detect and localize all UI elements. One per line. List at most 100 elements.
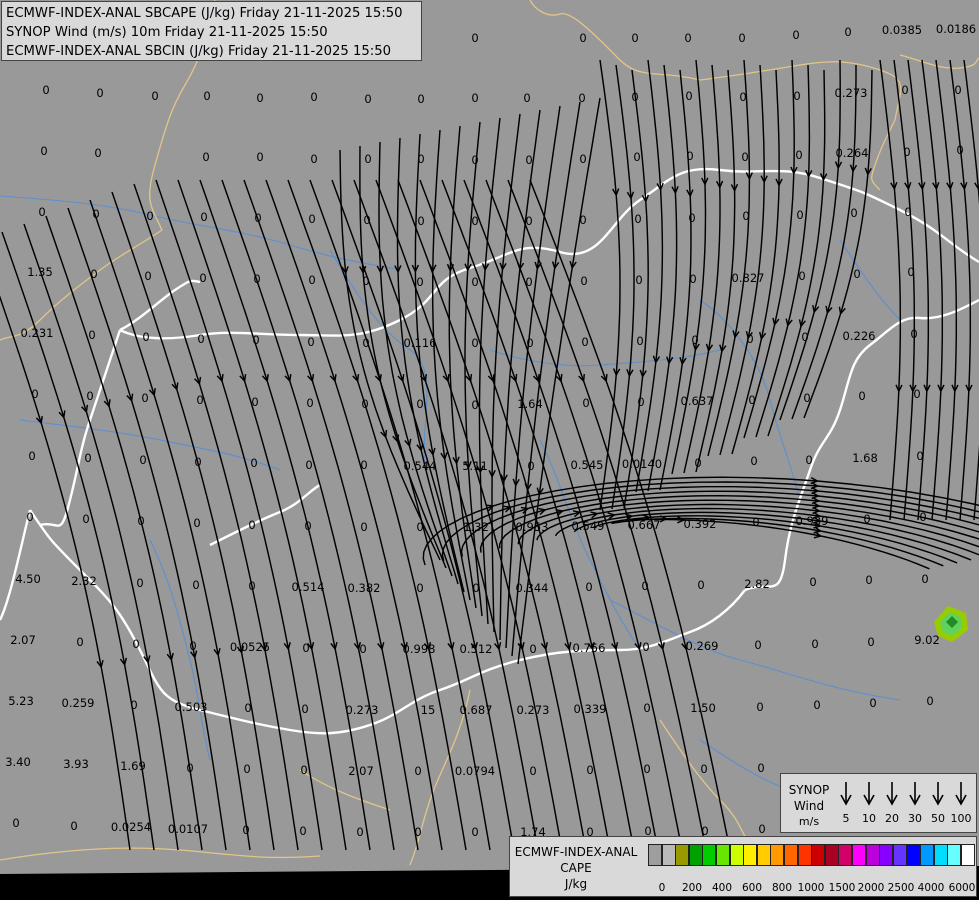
cape-color-swatch — [716, 844, 730, 866]
sbcape-value-label: 0 — [901, 83, 908, 97]
cape-legend-label: 2500 — [887, 882, 915, 894]
sbcape-value-label: 0 — [697, 578, 704, 592]
sbcape-value-label: 0 — [700, 762, 707, 776]
weather-map: 0 0 0 0 0 0 0 0 0 0.0385 0.0186 0 0 0 0 0 0 0 0 0 0 0 0 0 0 0 0.27… — [0, 0, 979, 900]
sbcape-value-label: 0 — [146, 209, 153, 223]
sbcape-value-label: 0 — [853, 267, 860, 281]
sbcape-value-label: 0 — [363, 213, 370, 227]
sbcape-value-label: 0.344 — [516, 581, 549, 595]
sbcape-value-label: 0 — [643, 701, 650, 715]
arrow-down-icon — [955, 782, 967, 806]
wind-legend-item: 10 — [858, 778, 880, 830]
cape-legend-label: 800 — [771, 882, 793, 894]
sbcape-value-label: 0.514 — [292, 580, 325, 594]
sbcape-value-label: 0 — [417, 152, 424, 166]
sbcape-value-label: 0 — [527, 459, 534, 473]
sbcape-value-label: 0 — [582, 396, 589, 410]
sbcape-value-label: 0.512 — [460, 642, 493, 656]
sbcape-value-label: 0 — [310, 90, 317, 104]
sbcape-value-label: 0 — [256, 91, 263, 105]
sbcape-value-label: 0.273 — [835, 86, 868, 100]
arrow-down-icon — [932, 782, 944, 806]
cape-legend-label: 2000 — [857, 882, 885, 894]
sbcape-value-label: 0 — [739, 90, 746, 104]
wind-legend-unit: m/s — [798, 815, 820, 828]
sbcape-value-label: 0 — [688, 211, 695, 225]
cape-color-swatch — [852, 844, 866, 866]
sbcape-value-label: 0.998 — [403, 642, 436, 656]
sbcape-value-label: 0 — [254, 211, 261, 225]
cape-color-swatch — [906, 844, 921, 866]
sbcape-value-label: 0 — [416, 275, 423, 289]
cape-color-swatch — [702, 844, 717, 866]
sbcape-value-label: 0 — [300, 763, 307, 777]
sbcape-value-label: 0 — [636, 334, 643, 348]
cape-color-swatch — [784, 844, 798, 866]
cape-legend: ECMWF-INDEX-ANAL CAPE J/kg 0 200 400 600 800… — [509, 836, 977, 897]
sbcape-value-label: 0 — [301, 702, 308, 716]
sbcape-value-label: 0 — [919, 510, 926, 524]
sbcape-value-label: 0 — [643, 762, 650, 776]
sbcape-value-label: 0 — [738, 31, 745, 45]
sbcape-value-label: 0 — [471, 153, 478, 167]
sbcape-value-label: 0 — [84, 451, 91, 465]
sbcape-value-label: 0 — [858, 389, 865, 403]
sbcape-value-label: 0 — [299, 824, 306, 838]
sbcape-value-label: 0 — [921, 572, 928, 586]
sbcape-value-label: 0 — [793, 89, 800, 103]
title-sbcin: ECMWF-INDEX-ANAL SBCIN (J/kg) Friday 21-… — [6, 44, 391, 59]
sbcape-value-label: 0 — [130, 698, 137, 712]
sbcape-value-label: 0 — [907, 265, 914, 279]
sbcape-value-label: 0 — [586, 763, 593, 777]
sbcape-value-label: 0 — [529, 764, 536, 778]
sbcape-value-label: 0 — [741, 150, 748, 164]
wind-legend-item: 5 — [835, 778, 857, 830]
sbcape-value-label: 0 — [203, 89, 210, 103]
sbcape-value-label: 0 — [192, 578, 199, 592]
sbcape-value-label: 0 — [926, 694, 933, 708]
wind-legend-item: 100 — [950, 778, 972, 830]
sbcape-value-label: 0 — [186, 761, 193, 775]
sbcape-value-label: 0 — [635, 273, 642, 287]
sbcape-value-label: 0 — [132, 637, 139, 651]
sbcape-value-label: 0.0186 — [936, 22, 976, 36]
sbcape-value-label: 0 — [867, 635, 874, 649]
sbcape-value-label: 0.226 — [843, 329, 876, 343]
sbcape-value-label: 0 — [471, 31, 478, 45]
cape-color-swatch — [756, 844, 771, 866]
sbcape-value-label: 0 — [90, 267, 97, 281]
wind-legend-value: 30 — [908, 812, 922, 825]
cape-color-swatch — [811, 844, 826, 866]
sbcape-value-label: 0 — [869, 696, 876, 710]
sbcape-value-label: 0 — [746, 332, 753, 346]
sbcape-value-label: 0 — [197, 332, 204, 346]
cape-legend-label: 1000 — [797, 882, 825, 894]
sbcape-value-label: 0 — [758, 822, 765, 836]
sbcape-value-label: 0 — [752, 515, 759, 529]
sbcape-value-label: 0 — [756, 700, 763, 714]
sbcape-value-label: 0 — [416, 397, 423, 411]
sbcape-value-label: 0 — [252, 333, 259, 347]
cape-color-swatch — [688, 844, 703, 866]
sbcape-value-label: 0 — [844, 25, 851, 39]
sbcape-value-label: 0 — [82, 512, 89, 526]
wind-legend-value: 100 — [950, 812, 972, 825]
sbcape-value-label: 0.545 — [571, 458, 604, 472]
sbcape-value-label: 0 — [137, 514, 144, 528]
wind-legend-item: 50 — [927, 778, 949, 830]
sbcape-value-label: 0.0140 — [622, 457, 662, 471]
sbcape-value-label: 0 — [94, 146, 101, 160]
sbcape-value-label: 0.0107 — [168, 822, 208, 836]
sbcape-value-label: 1.64 — [517, 397, 543, 411]
sbcape-value-label: 0 — [578, 91, 585, 105]
cape-color-swatch — [892, 844, 907, 866]
sbcape-value-label: 2.07 — [348, 764, 374, 778]
sbcape-value-label: 0 — [416, 520, 423, 534]
cape-color-swatch — [865, 844, 880, 866]
sbcape-value-label: 0 — [359, 642, 366, 656]
cape-legend-label: 600 — [741, 882, 763, 894]
sbcape-value-label: 0 — [916, 449, 923, 463]
sbcape-value-label: 0 — [472, 581, 479, 595]
sbcape-value-label: 0.339 — [574, 702, 607, 716]
sbcape-value-label: 0 — [809, 575, 816, 589]
